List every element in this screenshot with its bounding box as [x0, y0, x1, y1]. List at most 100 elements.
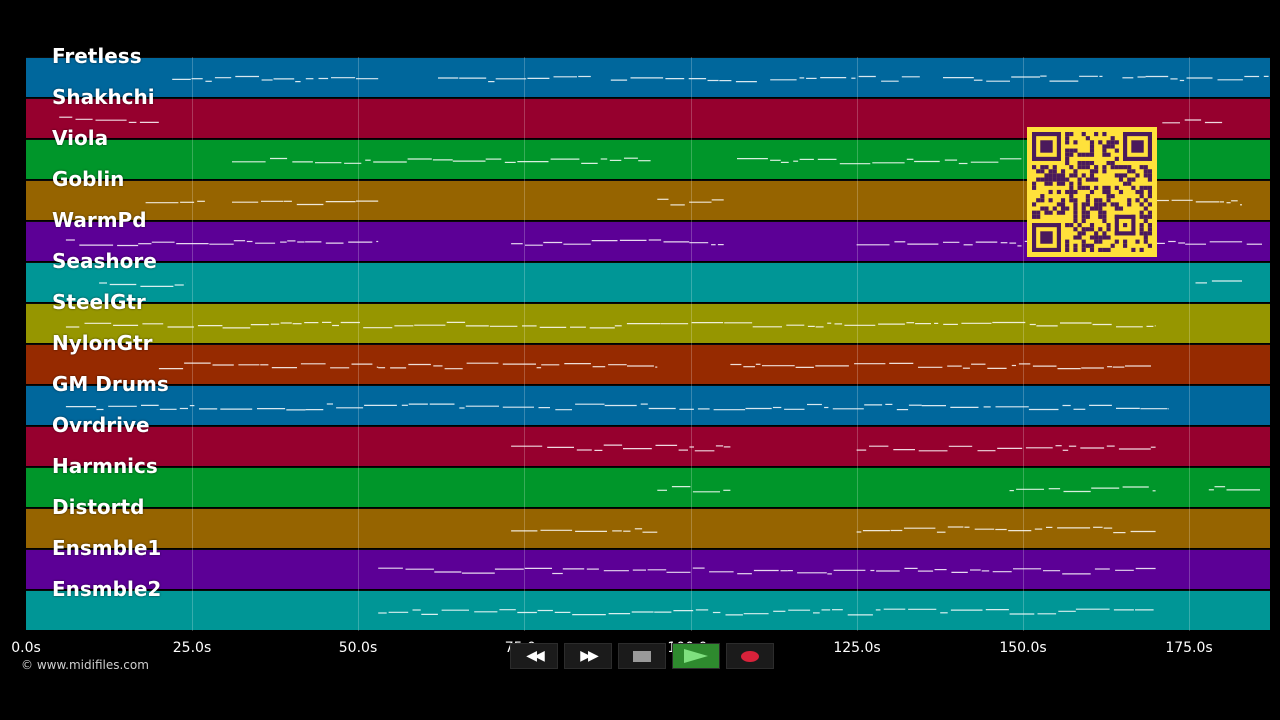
fast-forward-button[interactable]: ▶▶ — [564, 643, 612, 669]
qr-module — [1069, 198, 1074, 203]
rewind-button[interactable]: ◀◀ — [510, 643, 558, 669]
gridline — [1023, 57, 1024, 631]
qr-module — [1123, 132, 1128, 161]
qr-module — [1139, 185, 1144, 190]
track-label: Goblin — [52, 167, 125, 191]
qr-module — [1110, 243, 1115, 248]
qr-module — [1040, 165, 1045, 170]
qr-module — [1044, 210, 1049, 215]
qr-module — [1147, 231, 1152, 236]
qr-module — [1032, 247, 1061, 252]
track-label: Ovrdrive — [52, 413, 150, 437]
qr-module — [1106, 235, 1111, 240]
track-label: WarmPd — [52, 208, 147, 232]
qr-module — [1040, 169, 1045, 174]
time-tick-label: 25.0s — [172, 640, 212, 656]
qr-module — [1106, 198, 1111, 203]
stop-button[interactable] — [618, 643, 666, 669]
gridline — [192, 57, 193, 631]
track-lane[interactable] — [26, 467, 1270, 507]
time-tick-label: 175.0s — [1165, 640, 1213, 656]
track-label: Seashore — [52, 249, 157, 273]
qr-module — [1114, 206, 1119, 211]
qr-module — [1056, 223, 1061, 252]
qr-module — [1089, 152, 1095, 157]
qr-module — [1048, 210, 1053, 215]
qr-module — [1110, 136, 1115, 141]
qr-module — [1143, 185, 1148, 190]
qr-module — [1135, 198, 1140, 203]
qr-module — [1065, 206, 1070, 211]
track-lane[interactable] — [26, 426, 1270, 466]
track-label: Viola — [52, 126, 109, 150]
play-button[interactable] — [672, 643, 720, 669]
qr-module — [1131, 185, 1136, 190]
qr-module — [1052, 206, 1057, 211]
qr-module — [1143, 173, 1148, 178]
track-lane[interactable] — [26, 385, 1270, 425]
qr-module — [1032, 214, 1037, 219]
track-lane[interactable] — [26, 57, 1270, 97]
qr-module — [1089, 160, 1095, 166]
track-lane[interactable] — [26, 549, 1270, 589]
qr-module — [1077, 181, 1082, 186]
qr-module — [1085, 136, 1090, 141]
track-lane[interactable] — [26, 303, 1270, 343]
qr-module — [1073, 227, 1078, 232]
track-label: GM Drums — [52, 372, 169, 396]
qr-module — [1147, 214, 1152, 219]
stop-icon — [633, 650, 651, 662]
qr-module — [1081, 214, 1086, 219]
qr-module — [1143, 165, 1148, 170]
qr-module — [1036, 198, 1041, 203]
qr-module — [1094, 198, 1099, 203]
play-icon — [684, 649, 708, 663]
qr-module — [1085, 185, 1090, 190]
qr-module — [1060, 210, 1066, 215]
qr-module — [1036, 177, 1041, 182]
qr-module — [1094, 177, 1099, 182]
qr-module — [1044, 173, 1049, 178]
qr-module — [1106, 227, 1111, 232]
qr-module — [1032, 132, 1037, 161]
qr-module — [1110, 202, 1115, 207]
track-lane[interactable] — [26, 590, 1270, 630]
track-lane[interactable] — [26, 344, 1270, 384]
qr-module — [1098, 239, 1103, 244]
qr-module — [1032, 185, 1037, 190]
gridline — [1189, 57, 1190, 631]
qr-module — [1106, 185, 1111, 190]
qr-module — [1102, 144, 1107, 149]
qr-module — [1089, 235, 1095, 240]
track-lane[interactable] — [26, 262, 1270, 302]
qr-module — [1081, 185, 1086, 190]
qr-module — [1040, 177, 1045, 182]
qr-module — [1094, 206, 1099, 211]
qr-module — [1102, 189, 1107, 195]
qr-module — [1147, 210, 1152, 215]
qr-module — [1085, 165, 1090, 170]
qr-module — [1032, 156, 1061, 161]
qr-module — [1089, 173, 1095, 178]
qr-module — [1089, 243, 1095, 248]
time-tick-label: 150.0s — [999, 640, 1047, 656]
time-tick-label: 50.0s — [338, 640, 378, 656]
qr-module — [1077, 231, 1082, 236]
qr-code-icon[interactable] — [1027, 127, 1157, 257]
qr-module — [1114, 185, 1119, 190]
qr-module — [1143, 198, 1148, 203]
qr-module — [1065, 160, 1070, 166]
qr-module — [1143, 169, 1148, 174]
qr-module — [1085, 152, 1090, 157]
record-button[interactable] — [726, 643, 774, 669]
qr-module — [1094, 169, 1099, 174]
qr-module — [1065, 177, 1070, 182]
track-lane[interactable] — [26, 508, 1270, 548]
qr-module — [1135, 173, 1140, 178]
qr-module — [1044, 177, 1049, 182]
qr-module — [1123, 223, 1128, 228]
qr-module — [1123, 156, 1152, 161]
track-label: Harmnics — [52, 454, 158, 478]
qr-module — [1089, 169, 1095, 174]
qr-module — [1069, 165, 1074, 170]
